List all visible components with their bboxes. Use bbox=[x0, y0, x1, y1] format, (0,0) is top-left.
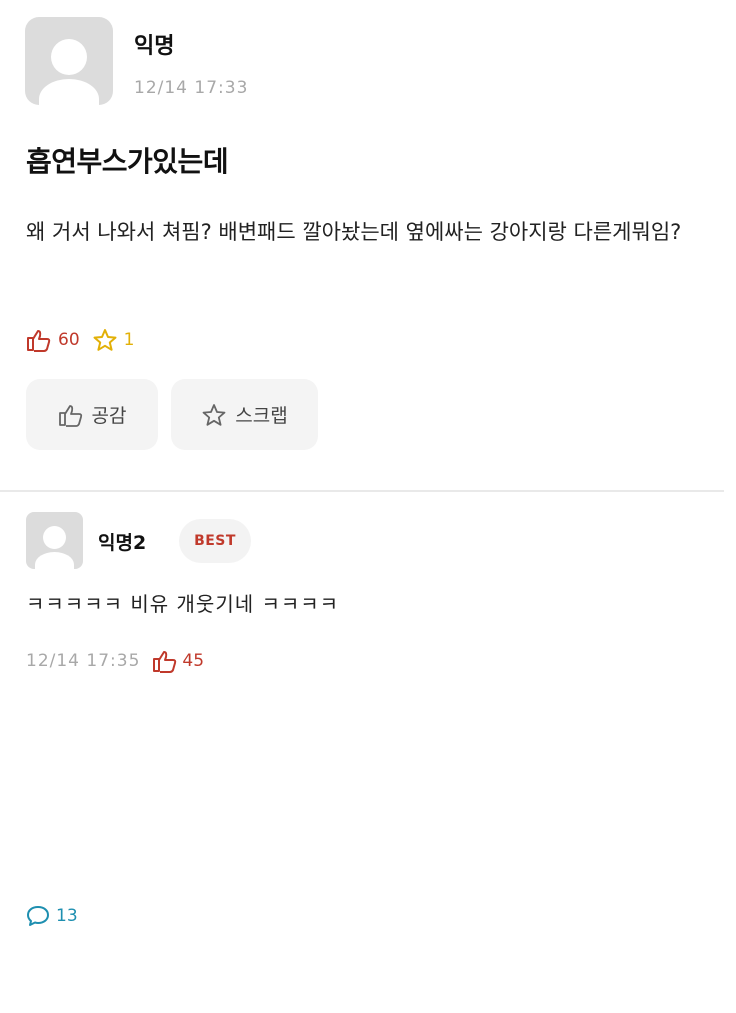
post-body: 왜 거서 나와서 쳐핌? 배변패드 깔아놨는데 옆에싸는 강아지랑 다른게뭐임? bbox=[26, 220, 682, 244]
comment-like-count: 45 bbox=[182, 651, 205, 671]
comment-item: 익명2 BEST ㅋㅋㅋㅋㅋ 비유 개웃기네 ㅋㅋㅋㅋ 12/14 17:35 … bbox=[0, 492, 736, 687]
star-icon bbox=[93, 329, 117, 351]
comment-meta: 12/14 17:35 45 bbox=[26, 649, 204, 673]
like-button-label: 공감 bbox=[91, 405, 127, 427]
author-avatar bbox=[25, 17, 113, 105]
post-timestamp: 12/14 17:33 bbox=[134, 78, 249, 98]
thumbs-up-icon bbox=[58, 404, 82, 427]
like-count: 60 bbox=[26, 328, 80, 352]
like-count-value: 60 bbox=[58, 330, 80, 350]
post-card: 익명 12/14 17:33 흡연부스가있는데 왜 거서 나와서 쳐핌? 배변패… bbox=[0, 0, 736, 926]
thumbs-up-icon bbox=[27, 330, 51, 352]
comment-author: 익명2 bbox=[98, 532, 147, 554]
post-title: 흡연부스가있는데 bbox=[26, 145, 229, 178]
speech-bubble-icon bbox=[27, 905, 49, 926]
scrap-button-label: 스크랩 bbox=[235, 405, 288, 427]
comment-like-button[interactable]: 45 bbox=[152, 649, 204, 673]
thumbs-up-icon bbox=[153, 651, 177, 673]
comment-count-value: 13 bbox=[56, 905, 78, 926]
best-badge: BEST bbox=[179, 519, 251, 563]
post-stats: 60 13 1 bbox=[26, 326, 146, 926]
scrap-count: 1 bbox=[92, 328, 135, 352]
scrap-button[interactable]: 스크랩 bbox=[171, 379, 318, 450]
comment-avatar bbox=[26, 512, 83, 569]
post-author: 익명 bbox=[134, 34, 175, 59]
like-button[interactable]: 공감 bbox=[26, 379, 158, 450]
star-icon bbox=[202, 403, 226, 426]
comment-text: ㅋㅋㅋㅋㅋ 비유 개웃기네 ㅋㅋㅋㅋ bbox=[26, 592, 340, 616]
comment-count: 13 bbox=[26, 818, 736, 1013]
comment-timestamp: 12/14 17:35 bbox=[26, 651, 141, 671]
scrap-count-value: 1 bbox=[123, 330, 135, 350]
